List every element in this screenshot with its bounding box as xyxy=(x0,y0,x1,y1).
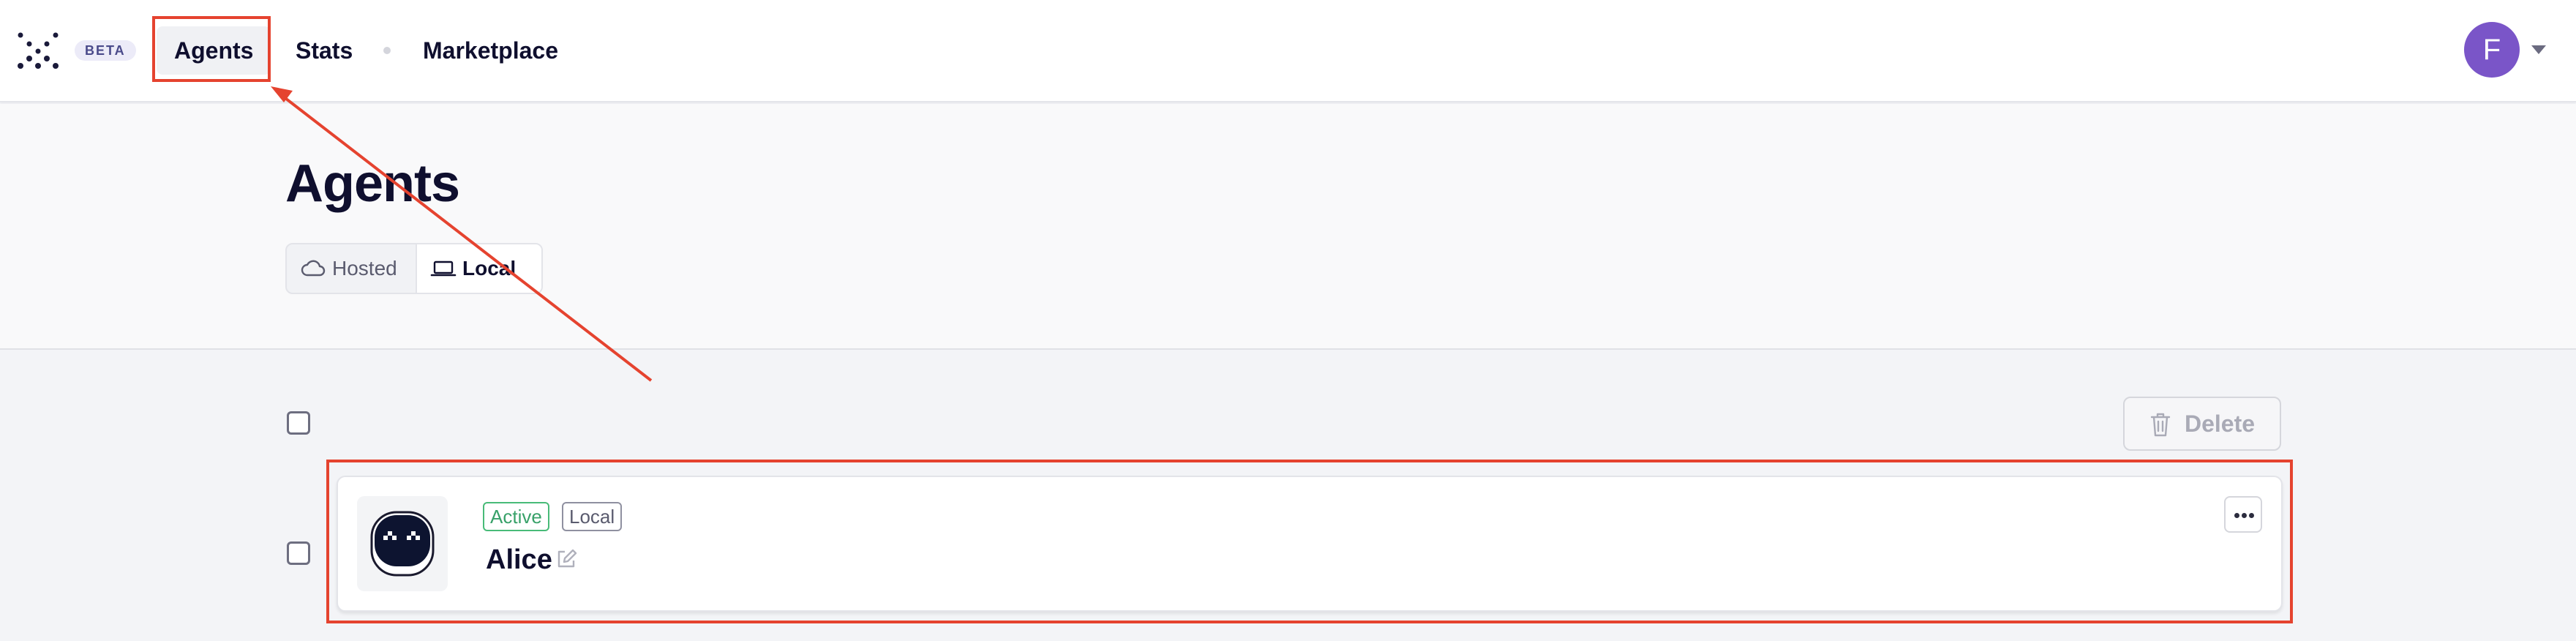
laptop-icon xyxy=(430,260,457,277)
user-avatar[interactable]: F xyxy=(2464,22,2520,78)
chevron-down-icon[interactable] xyxy=(2531,45,2546,54)
cloud-icon xyxy=(301,260,326,277)
toggle-local[interactable]: Local xyxy=(416,244,541,293)
logo-icon[interactable] xyxy=(18,32,59,69)
trash-icon xyxy=(2150,413,2171,437)
beta-badge: BETA xyxy=(75,40,136,61)
toggle-hosted[interactable]: Hosted xyxy=(287,244,416,293)
page-title: Agents xyxy=(285,154,460,213)
delete-button[interactable]: Delete xyxy=(2123,397,2281,451)
top-nav: BETA Agents Stats Marketplace F xyxy=(0,0,2576,102)
nav-stats[interactable]: Stats xyxy=(278,26,370,75)
toggle-hosted-label: Hosted xyxy=(332,257,397,280)
nav-marketplace[interactable]: Marketplace xyxy=(405,26,576,75)
highlight-agents-nav xyxy=(152,16,271,82)
page-header xyxy=(0,104,2576,350)
hosted-local-toggle: Hosted Local xyxy=(285,243,543,294)
highlight-agent-card xyxy=(326,460,2293,623)
nav-separator-dot xyxy=(383,47,391,54)
agent-row-checkbox[interactable] xyxy=(287,541,310,565)
select-all-checkbox[interactable] xyxy=(287,411,310,435)
toggle-local-label: Local xyxy=(462,257,517,280)
delete-label: Delete xyxy=(2185,411,2256,437)
